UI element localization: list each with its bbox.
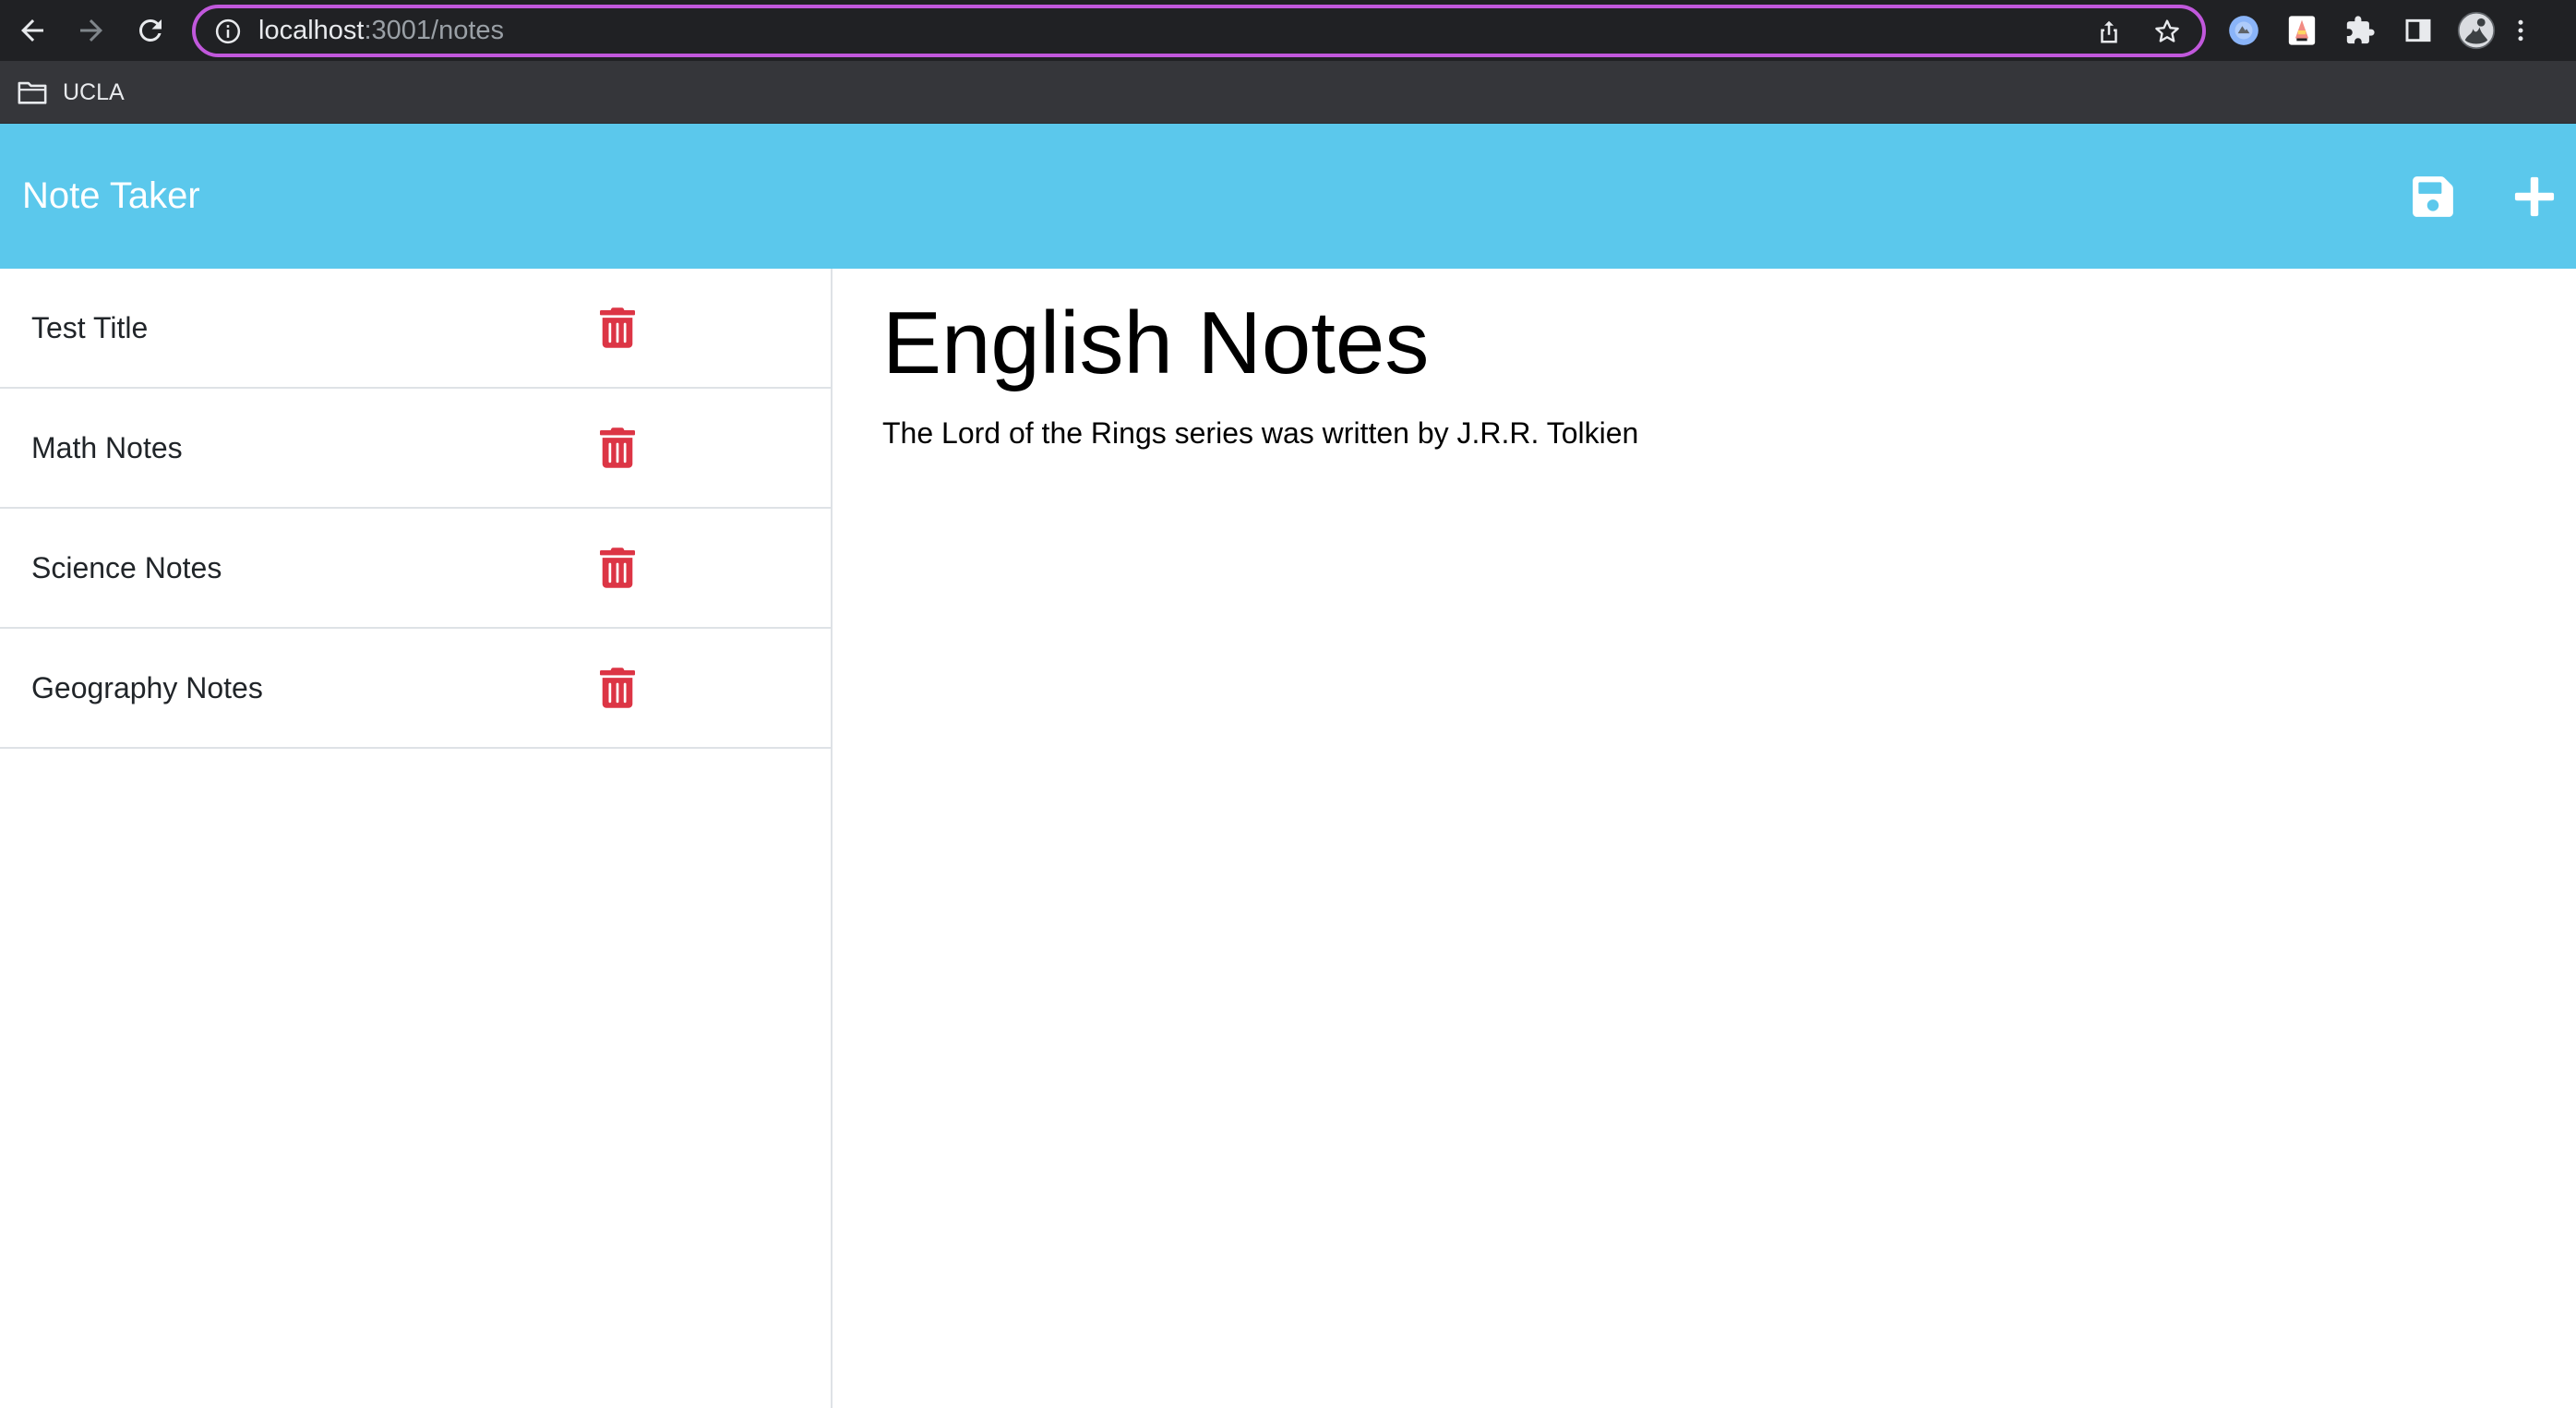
app-brand[interactable]: Note Taker bbox=[22, 175, 200, 216]
extension-2-icon[interactable] bbox=[2281, 9, 2323, 52]
plus-icon bbox=[2514, 176, 2555, 217]
bookmark-folder-ucla[interactable]: UCLA bbox=[17, 72, 125, 113]
reload-button[interactable] bbox=[127, 7, 174, 54]
note-list: Test Title Math Notes Science Notes Geog… bbox=[0, 269, 831, 749]
folder-icon bbox=[18, 81, 47, 104]
side-panel-icon[interactable] bbox=[2397, 9, 2439, 52]
extension-1-icon[interactable] bbox=[2223, 9, 2265, 52]
arrow-left-icon bbox=[21, 19, 43, 42]
save-icon bbox=[2413, 176, 2453, 217]
trash-icon[interactable] bbox=[600, 668, 635, 708]
url-path: :3001/notes bbox=[364, 16, 505, 45]
note-title[interactable]: Test Title bbox=[31, 311, 148, 345]
notes-sidebar: Test Title Math Notes Science Notes Geog… bbox=[0, 269, 833, 1408]
new-note-button[interactable] bbox=[2506, 168, 2563, 225]
note-list-item[interactable]: Math Notes bbox=[0, 389, 831, 509]
reload-icon bbox=[138, 18, 162, 42]
url-text[interactable]: localhost:3001/notes bbox=[258, 16, 504, 46]
share-icon[interactable] bbox=[2095, 18, 2123, 45]
kebab-menu-icon[interactable] bbox=[2504, 9, 2537, 52]
browser-toolbar: localhost:3001/notes bbox=[0, 0, 2576, 61]
note-list-item[interactable]: Test Title bbox=[0, 269, 831, 389]
bookmark-star-icon[interactable] bbox=[2152, 17, 2182, 46]
note-editor: English Notes The Lord of the Rings seri… bbox=[834, 269, 2576, 1408]
forward-button[interactable] bbox=[68, 7, 114, 54]
profile-avatar[interactable] bbox=[2455, 9, 2498, 52]
arrow-right-icon bbox=[80, 19, 102, 42]
puzzle-icon[interactable] bbox=[2339, 9, 2381, 52]
save-note-button[interactable] bbox=[2404, 168, 2462, 225]
trash-icon[interactable] bbox=[600, 307, 635, 348]
note-title[interactable]: Geography Notes bbox=[31, 671, 263, 705]
note-list-item[interactable]: Science Notes bbox=[0, 509, 831, 629]
app-navbar: Note Taker bbox=[0, 124, 2576, 269]
note-title-input[interactable]: English Notes bbox=[882, 293, 1429, 394]
note-title[interactable]: Math Notes bbox=[31, 431, 183, 465]
trash-icon[interactable] bbox=[600, 548, 635, 588]
trash-icon[interactable] bbox=[600, 427, 635, 468]
extensions-area bbox=[2223, 9, 2536, 52]
note-list-item[interactable]: Geography Notes bbox=[0, 629, 831, 749]
url-host: localhost bbox=[258, 16, 365, 45]
bookmarks-bar: UCLA bbox=[0, 61, 2576, 124]
bookmark-label: UCLA bbox=[63, 78, 125, 105]
address-bar[interactable]: localhost:3001/notes bbox=[192, 5, 2206, 57]
back-button[interactable] bbox=[9, 7, 55, 54]
note-title[interactable]: Science Notes bbox=[31, 551, 222, 585]
site-info-icon[interactable] bbox=[214, 18, 242, 45]
note-text-area[interactable]: The Lord of the Rings series was written… bbox=[882, 416, 1638, 451]
